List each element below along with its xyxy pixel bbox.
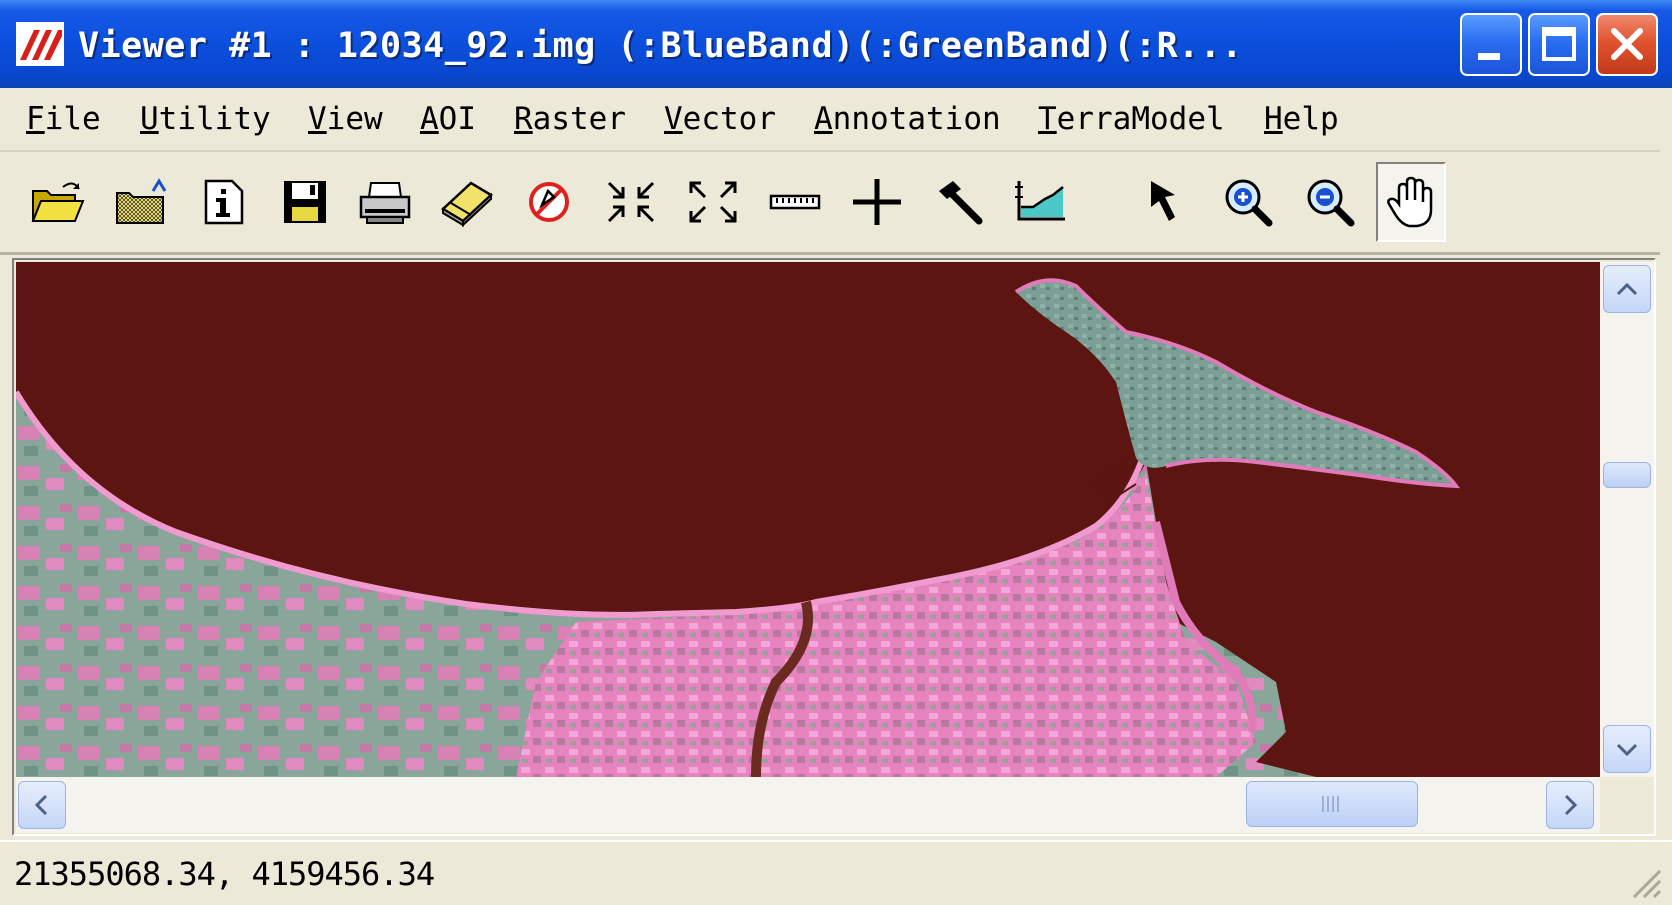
vertical-scroll-thumb[interactable]	[1603, 462, 1651, 488]
menu-annotation-mnemonic: A	[814, 101, 833, 137]
measure-button[interactable]	[762, 162, 828, 242]
fit-in-icon	[607, 181, 655, 223]
zoom-out-icon	[1307, 179, 1355, 227]
menu-bar: File Utility View AOI Raster Vector Anno…	[0, 88, 1660, 152]
viewer-window: Viewer #1 : 12034_92.img (:BlueBand)(:Gr…	[0, 0, 1672, 905]
pan-hand-icon	[1387, 176, 1433, 228]
scroll-down-button[interactable]	[1603, 725, 1651, 773]
menu-raster-mnemonic: R	[514, 101, 533, 137]
clear-view-icon	[529, 182, 569, 222]
menu-vector-mnemonic: V	[664, 101, 683, 137]
full-extent-icon	[689, 181, 737, 223]
clear-view-button[interactable]	[516, 162, 582, 242]
menu-help[interactable]: Help	[1264, 98, 1339, 140]
profile-button[interactable]	[1008, 162, 1074, 242]
menu-help-mnemonic: H	[1264, 101, 1283, 137]
info-icon	[204, 179, 244, 225]
horizontal-scrollbar[interactable]	[16, 777, 1600, 833]
maximize-icon	[1542, 27, 1576, 61]
scroll-left-button[interactable]	[18, 781, 66, 829]
resize-grip-icon[interactable]	[1624, 861, 1664, 901]
vertical-scrollbar[interactable]	[1600, 262, 1654, 777]
profile-icon	[1015, 181, 1065, 221]
menu-raster[interactable]: Raster	[514, 98, 626, 140]
maximize-button[interactable]	[1528, 13, 1590, 76]
title-bar[interactable]: Viewer #1 : 12034_92.img (:BlueBand)(:Gr…	[0, 0, 1672, 88]
close-button[interactable]	[1596, 13, 1658, 76]
menu-view-mnemonic: V	[308, 101, 327, 137]
minimize-button[interactable]	[1460, 13, 1522, 76]
zoom-in-icon	[1225, 179, 1273, 227]
menu-annotation[interactable]: Annotation	[814, 98, 1001, 140]
inquire-cursor-button[interactable]	[844, 162, 910, 242]
pan-button[interactable]	[1376, 162, 1446, 242]
measure-ruler-icon	[769, 194, 821, 210]
horizontal-scroll-thumb[interactable]	[1246, 781, 1418, 827]
menu-terramodel[interactable]: TerraModel	[1038, 98, 1225, 140]
menu-view-label: iew	[326, 101, 383, 137]
menu-vector-label: ector	[682, 101, 776, 137]
menu-view[interactable]: View	[308, 98, 383, 140]
menu-help-label: elp	[1282, 101, 1339, 137]
open-folder-icon	[31, 182, 85, 222]
print-icon	[359, 182, 411, 224]
cursor-coordinates: 21355068.34, 4159456.34	[14, 855, 435, 893]
full-extent-button[interactable]	[680, 162, 746, 242]
inquire-cursor-icon	[853, 179, 901, 225]
menu-aoi-mnemonic: A	[420, 101, 439, 137]
menu-file-label: ile	[44, 101, 101, 137]
save-button[interactable]	[272, 162, 338, 242]
save-icon	[284, 181, 326, 223]
menu-utility-mnemonic: U	[140, 101, 159, 137]
grip-lines-icon	[1322, 796, 1339, 812]
menu-raster-label: aster	[532, 101, 626, 137]
open-folder-button[interactable]	[24, 162, 90, 242]
minimize-icon	[1478, 53, 1500, 60]
chevron-down-icon	[1616, 743, 1638, 757]
menu-terramodel-label: erraModel	[1056, 101, 1225, 137]
menu-terramodel-mnemonic: T	[1038, 101, 1057, 137]
chevron-up-icon	[1616, 282, 1638, 296]
menu-aoi[interactable]: AOI	[420, 98, 476, 140]
menu-utility[interactable]: Utility	[140, 98, 271, 140]
open-layer-icon	[116, 178, 167, 224]
chevron-right-icon	[1564, 794, 1578, 816]
select-arrow-icon	[1151, 181, 1175, 221]
status-bar: 21355068.34, 4159456.34	[0, 840, 1672, 905]
scroll-right-button[interactable]	[1546, 781, 1594, 829]
eraser-icon	[440, 181, 494, 227]
fit-in-button[interactable]	[598, 162, 664, 242]
toolbar	[0, 152, 1660, 255]
open-layer-button[interactable]	[108, 162, 174, 242]
chevron-left-icon	[34, 794, 48, 816]
close-icon	[1611, 28, 1643, 60]
menu-file-mnemonic: F	[26, 101, 45, 137]
menu-annotation-label: nnotation	[832, 101, 1001, 137]
scroll-up-button[interactable]	[1603, 265, 1651, 313]
menu-aoi-label: OI	[438, 101, 476, 137]
menu-utility-label: tility	[158, 101, 271, 137]
hammer-button[interactable]	[926, 162, 992, 242]
zoom-out-button[interactable]	[1298, 162, 1364, 242]
menu-file[interactable]: File	[26, 98, 101, 140]
window-title: Viewer #1 : 12034_92.img (:BlueBand)(:Gr…	[78, 26, 1243, 66]
satellite-image	[16, 262, 1600, 777]
raster-image-view[interactable]	[16, 262, 1600, 777]
info-button[interactable]	[190, 162, 256, 242]
print-button[interactable]	[352, 162, 418, 242]
select-arrow-button[interactable]	[1134, 162, 1200, 242]
hammer-icon	[939, 181, 983, 225]
menu-vector[interactable]: Vector	[664, 98, 776, 140]
eraser-button[interactable]	[434, 162, 500, 242]
zoom-in-button[interactable]	[1216, 162, 1282, 242]
app-icon[interactable]	[16, 22, 64, 66]
